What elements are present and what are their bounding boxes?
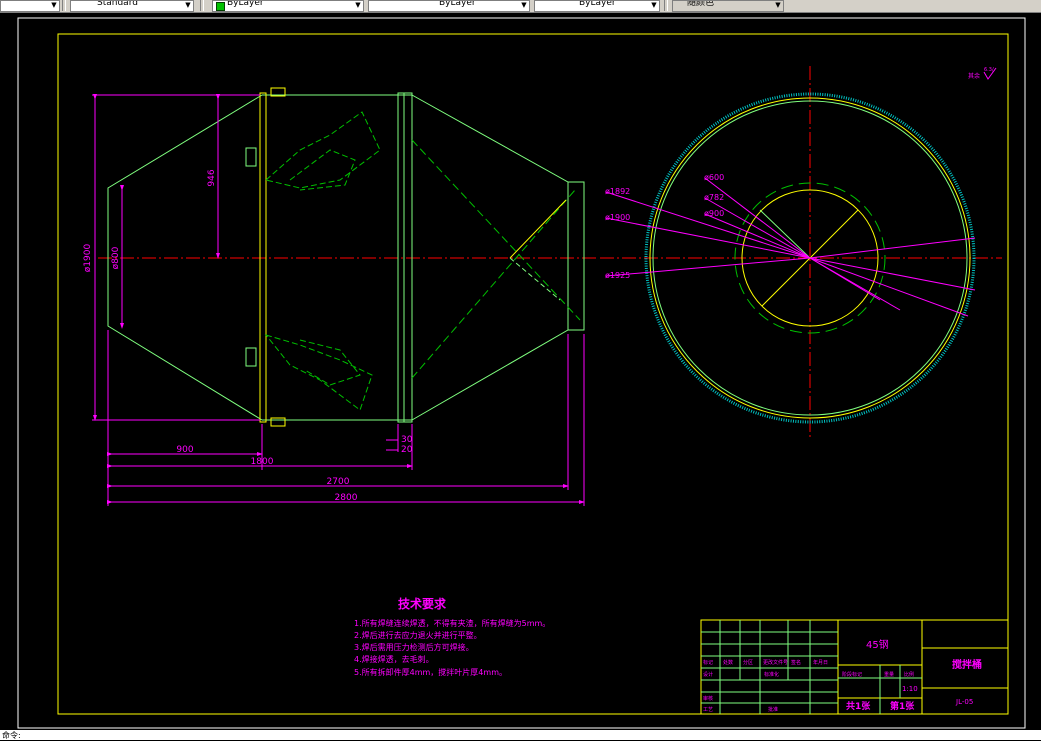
tech-req-item: 3.焊后需用压力检测后方可焊接。 — [354, 642, 474, 652]
clamp-lower — [245, 347, 257, 367]
bolt-bottom — [270, 417, 286, 427]
sheet-total-text: 共1张 — [846, 700, 871, 712]
outlet-blade-top — [509, 199, 567, 259]
side-view: ø600 ø782 ø900 ø1892 ø1900 ø1925 — [600, 66, 1002, 440]
hidden-diagonal-a — [411, 139, 581, 321]
row-label: 处数 — [723, 659, 733, 666]
leader-ext-b — [809, 257, 976, 291]
title-block-text: 45钢 搅拌桶 JL-05 1:10 共1张 第1张 标记 处数 分区 更改文件… — [703, 638, 982, 713]
leader-d1925 — [605, 257, 811, 277]
dim-900-label: 900 — [176, 445, 193, 455]
dim-d1900-label: ø1900 — [83, 244, 93, 273]
technical-requirements: 技术要求 1.所有焊缝连续焊透，不得有夹渣，所有焊缝为5mm。 2.焊后进行去应… — [354, 596, 550, 677]
dim-2800-label: 2800 — [335, 493, 358, 503]
dim-d1925-label: ø1925 — [605, 271, 630, 280]
weight-label: 重量 — [884, 671, 894, 678]
row-label: 签名 — [791, 659, 801, 666]
leader-d600 — [704, 177, 811, 259]
tech-req-item: 1.所有焊缝连续焊透，不得有夹渣，所有焊缝为5mm。 — [354, 618, 550, 628]
paddle-lower — [264, 334, 373, 411]
tech-req-item: 4.焊接焊透，去毛刺。 — [354, 654, 434, 664]
row-label: 分区 — [743, 659, 753, 666]
dim-d1892-label: ø1892 — [605, 187, 630, 196]
paddle-lower-inner — [299, 339, 361, 386]
hidden-diagonal-b — [411, 189, 576, 379]
leader-d1900 — [605, 217, 811, 259]
dim-946-label: 946 — [207, 169, 217, 186]
dim-30-label: 30 — [401, 435, 413, 445]
part-name-text: 搅拌桶 — [952, 658, 982, 671]
dim-1800-label: 1800 — [251, 457, 274, 467]
standardize-label: 标准化 — [764, 671, 779, 678]
drawing-canvas[interactable]: ø1900 ø800 946 900 1800 2700 2800 30 20 — [0, 0, 1041, 730]
dim-d900-label: ø900 — [704, 209, 724, 218]
approve-label: 批准 — [768, 706, 778, 713]
dim-20-label: 20 — [401, 445, 413, 455]
front-view: ø1900 ø800 946 900 1800 2700 2800 30 20 — [83, 87, 598, 506]
leader-ext-c — [809, 257, 969, 317]
tech-req-title: 技术要求 — [398, 596, 447, 611]
leader-d900 — [704, 213, 811, 259]
dim-d1900-side-label: ø1900 — [605, 213, 630, 222]
process-label: 工艺 — [703, 707, 713, 713]
outlet-blade-bottom — [509, 257, 561, 301]
paddle-upper — [264, 111, 381, 189]
command-prompt: 命令: — [2, 731, 21, 740]
command-line[interactable]: 命令: — [0, 730, 1041, 740]
clamp-upper — [245, 147, 257, 167]
row-label: 更改文件号 — [763, 659, 788, 666]
design-label: 设计 — [703, 671, 713, 678]
surface-finish-note: 其余 6.3/ — [968, 67, 997, 80]
ratio-label: 比例 — [904, 671, 914, 678]
sheet-number-text: 第1张 — [890, 700, 915, 712]
stage-mark-label: 阶段标记 — [842, 671, 862, 678]
drawing-number-text: JL-05 — [955, 698, 973, 706]
dim-d800-label: ø800 — [111, 246, 121, 269]
leader-d782 — [704, 197, 811, 259]
dim-2700-label: 2700 — [327, 477, 350, 487]
tech-req-item: 2.焊后进行去应力退火并进行平整。 — [354, 630, 482, 640]
dim-d600-label: ø600 — [704, 173, 724, 182]
dim-d782-label: ø782 — [704, 193, 724, 202]
sheet-inner-border — [57, 33, 1009, 715]
surface-label: 其余 — [968, 72, 980, 80]
row-label: 年月日 — [813, 659, 828, 666]
row-label: 标记 — [703, 659, 713, 666]
scale-text: 1:10 — [902, 685, 918, 693]
leader-ext-a — [809, 237, 976, 259]
material-text: 45钢 — [866, 638, 889, 651]
tech-req-item: 5.所有拆卸件厚4mm，搅拌叶片厚4mm。 — [354, 667, 507, 677]
review-label: 审核 — [703, 695, 713, 702]
